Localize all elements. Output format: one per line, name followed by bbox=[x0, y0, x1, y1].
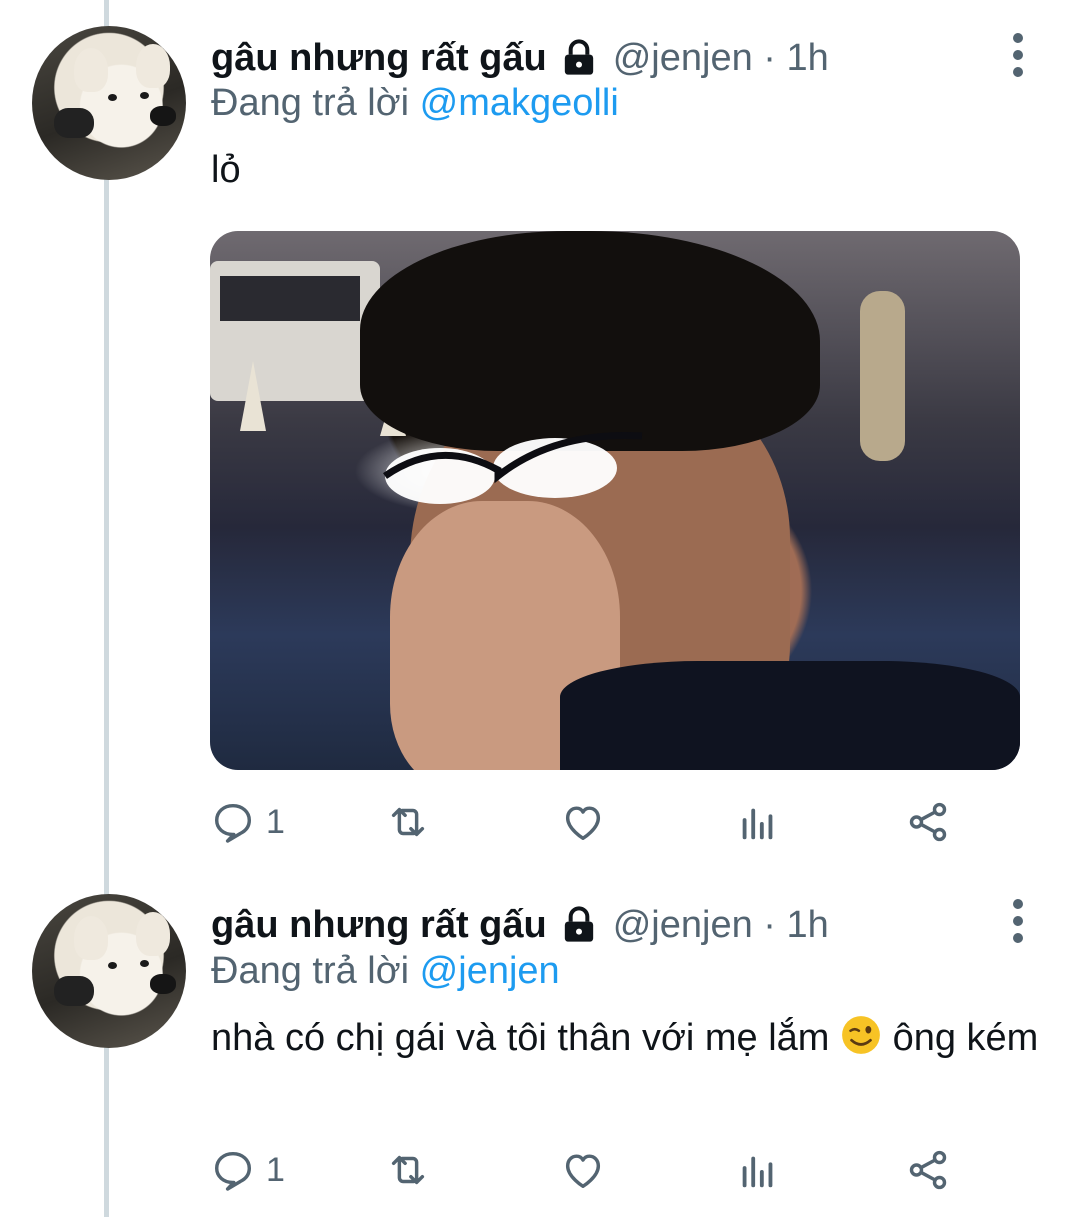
tweet-image[interactable] bbox=[210, 231, 1020, 770]
more-vertical-icon[interactable] bbox=[1000, 892, 1036, 952]
heart-icon bbox=[565, 1154, 601, 1189]
analytics-icon bbox=[742, 1156, 773, 1188]
display-name[interactable]: gâu nhưng rất gấu bbox=[211, 37, 547, 80]
lock-icon bbox=[564, 906, 593, 942]
tweet-text-part: nhà có chị gái và tôi thân với mẹ lắm bbox=[211, 1017, 830, 1059]
tweet[interactable]: gâu nhưng rất gấu @jenjen · 1h Đang trả … bbox=[0, 0, 1080, 870]
handle-and-time[interactable]: @jenjen · 1h bbox=[613, 37, 829, 80]
reply-prefix: Đang trả lời bbox=[211, 82, 410, 124]
reply-button[interactable]: 1 bbox=[210, 792, 285, 852]
avatar[interactable] bbox=[32, 894, 186, 1048]
lock-icon bbox=[564, 39, 593, 75]
replying-to: Đang trả lời @jenjen bbox=[211, 950, 560, 993]
avatar[interactable] bbox=[32, 26, 186, 180]
share-icon bbox=[909, 1150, 947, 1190]
share-button[interactable] bbox=[905, 1140, 951, 1200]
display-name[interactable]: gâu nhưng rất gấu bbox=[211, 904, 547, 947]
share-icon bbox=[909, 802, 947, 842]
reply-count: 1 bbox=[266, 802, 285, 841]
tweet-header: gâu nhưng rất gấu @jenjen · 1h bbox=[211, 895, 829, 955]
handle-and-time[interactable]: @jenjen · 1h bbox=[613, 904, 829, 947]
retweet-icon bbox=[391, 1155, 425, 1185]
tweet-text-part: ông kém bbox=[892, 1017, 1039, 1059]
reply-prefix: Đang trả lời bbox=[211, 950, 410, 992]
reply-icon bbox=[214, 803, 252, 843]
more-vertical-icon[interactable] bbox=[1000, 26, 1036, 86]
like-button[interactable] bbox=[560, 792, 606, 852]
analytics-icon bbox=[742, 808, 773, 840]
tweet-actions: 1 bbox=[210, 1140, 990, 1200]
reply-mention-link[interactable]: @makgeolli bbox=[420, 82, 619, 124]
winking-face-emoji bbox=[842, 1016, 880, 1054]
heart-icon bbox=[565, 806, 601, 841]
reply-button[interactable]: 1 bbox=[210, 1140, 285, 1200]
reply-mention-link[interactable]: @jenjen bbox=[420, 950, 560, 992]
reply-count: 1 bbox=[266, 1150, 285, 1189]
tweet-text: lỏ bbox=[211, 149, 241, 191]
tweet-header: gâu nhưng rất gấu @jenjen · 1h bbox=[211, 28, 829, 88]
views-button[interactable] bbox=[735, 792, 781, 852]
tweet-actions: 1 bbox=[210, 792, 990, 852]
retweet-button[interactable] bbox=[385, 792, 431, 852]
replying-to: Đang trả lời @makgeolli bbox=[211, 82, 619, 125]
retweet-icon bbox=[391, 807, 425, 837]
tweet-text: nhà có chị gái và tôi thân với mẹ lắm ôn… bbox=[211, 1013, 1041, 1063]
reply-icon bbox=[214, 1151, 252, 1191]
retweet-button[interactable] bbox=[385, 1140, 431, 1200]
views-button[interactable] bbox=[735, 1140, 781, 1200]
share-button[interactable] bbox=[905, 792, 951, 852]
like-button[interactable] bbox=[560, 1140, 606, 1200]
tweet[interactable]: gâu nhưng rất gấu @jenjen · 1h Đang trả … bbox=[0, 870, 1080, 1217]
